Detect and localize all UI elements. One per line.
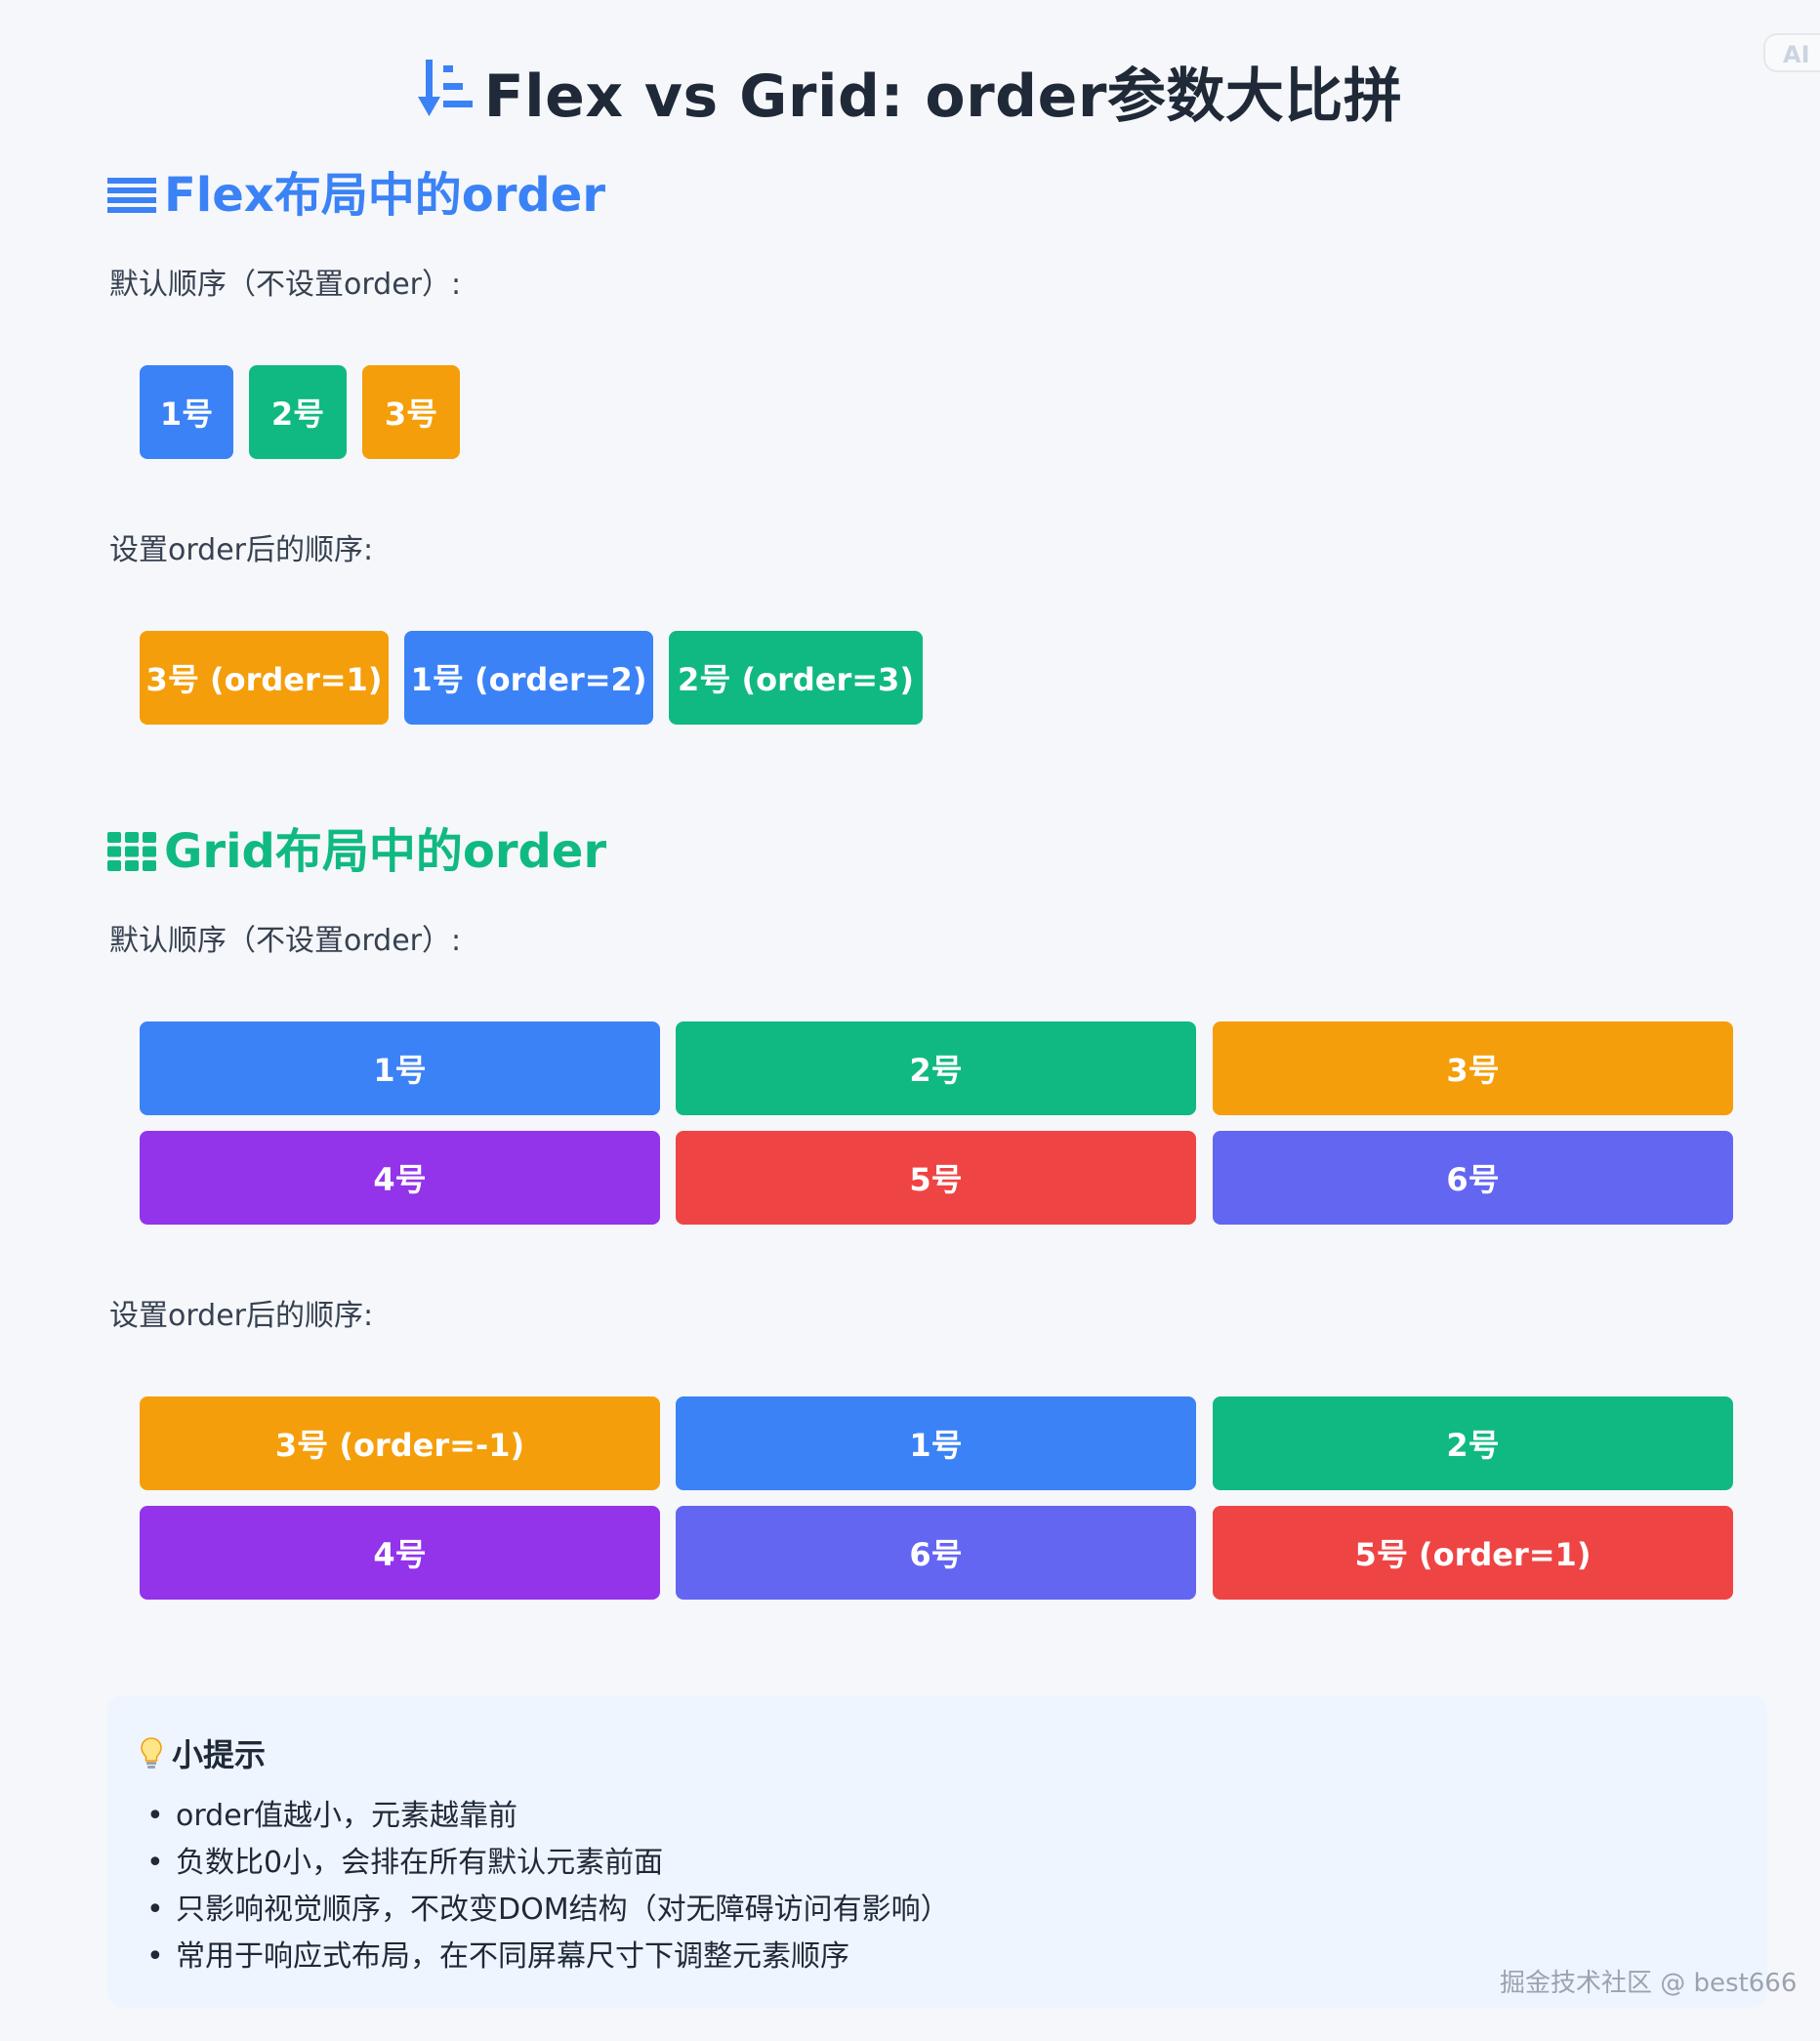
grid-ordered-item-1: 3号 (order=-1) (140, 1396, 660, 1490)
flex-section-title-text: Flex布局中的order (164, 168, 605, 223)
grid-default-item-3: 3号 (1213, 1021, 1733, 1115)
flex-default-item-1: 1号 (140, 365, 233, 459)
grid-ordered-item-5: 6号 (676, 1506, 1196, 1600)
flex-default-caption: 默认顺序（不设置order）: (109, 268, 462, 302)
grid-default-item-4: 4号 (140, 1131, 660, 1225)
tip-item: 只影响视觉顺序，不改变DOM结构（对无障碍访问有影响） (146, 1887, 950, 1934)
grid-ordered-item-4: 4号 (140, 1506, 660, 1600)
tips-list: order值越小，元素越靠前 负数比0小，会排在所有默认元素前面 只影响视觉顺序… (146, 1793, 950, 1980)
flex-ordered-item-3: 2号 (order=3) (669, 631, 923, 725)
grid-default-item-2: 2号 (676, 1021, 1196, 1115)
tips-title: 小提示 (141, 1730, 266, 1775)
flex-default-item-3: 3号 (362, 365, 460, 459)
tip-item: order值越小，元素越靠前 (146, 1793, 950, 1840)
flex-ordered-item-1: 3号 (order=1) (140, 631, 389, 725)
watermark: 掘金技术社区 @ best666 (1500, 1969, 1798, 1998)
flex-default-item-2: 2号 (249, 365, 347, 459)
flex-section-title: Flex布局中的order (107, 166, 605, 225)
grid-default-item-1: 1号 (140, 1021, 660, 1115)
flex-ordered-item-2: 1号 (order=2) (404, 631, 653, 725)
grid-ordered-item-3: 2号 (1213, 1396, 1733, 1490)
sort-icon (417, 58, 475, 133)
page-title: Flex vs Grid: order参数大比拼 (0, 49, 1820, 134)
tip-item: 负数比0小，会排在所有默认元素前面 (146, 1840, 950, 1887)
grid-ordered-item-6: 5号 (order=1) (1213, 1506, 1733, 1600)
grid-ordered-caption: 设置order后的顺序: (109, 1299, 374, 1333)
grid-default-item-5: 5号 (676, 1131, 1196, 1225)
grid-icon (107, 832, 156, 871)
grid-default-caption: 默认顺序（不设置order）: (109, 924, 462, 958)
grid-section-title: Grid布局中的order (107, 822, 606, 881)
tip-item: 常用于响应式布局，在不同屏幕尺寸下调整元素顺序 (146, 1934, 950, 1980)
list-icon (107, 178, 156, 213)
lightbulb-icon (141, 1737, 162, 1769)
ai-badge[interactable]: AI (1763, 33, 1820, 72)
grid-ordered-item-2: 1号 (676, 1396, 1196, 1490)
page-title-text: Flex vs Grid: order参数大比拼 (483, 62, 1403, 131)
grid-default-item-6: 6号 (1213, 1131, 1733, 1225)
tips-panel: 小提示 order值越小，元素越靠前 负数比0小，会排在所有默认元素前面 只影响… (107, 1695, 1767, 2008)
flex-ordered-caption: 设置order后的顺序: (109, 533, 374, 567)
grid-section-title-text: Grid布局中的order (164, 824, 607, 879)
tips-title-text: 小提示 (172, 1736, 267, 1773)
